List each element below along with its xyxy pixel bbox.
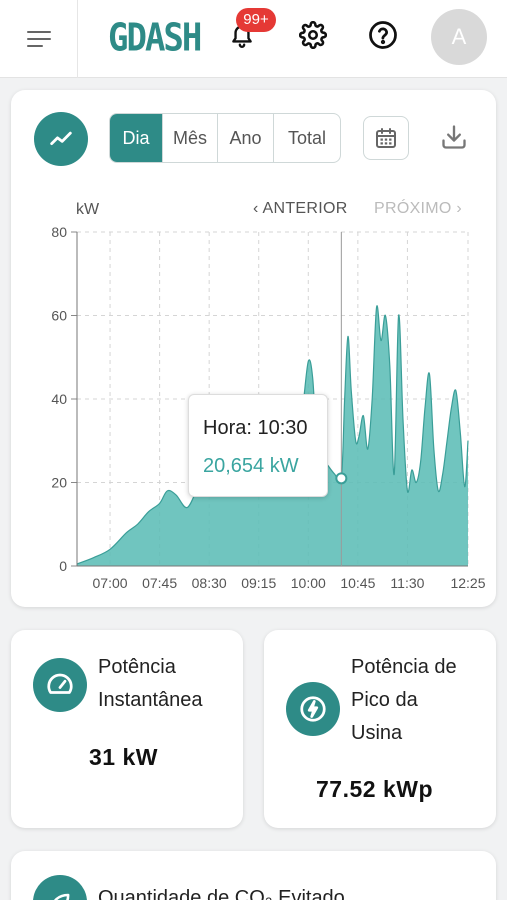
avatar[interactable]: A: [431, 9, 487, 65]
instant-power-value: 31 kW: [89, 744, 158, 770]
menu-button[interactable]: [0, 0, 78, 78]
gear-icon: [299, 21, 327, 49]
x-tick-label: 10:00: [291, 575, 326, 591]
notification-badge: 99+: [236, 8, 276, 32]
title-line: Instantânea: [98, 689, 203, 711]
gauge-icon-badge: [33, 658, 87, 712]
co2-avoided-title: Quantidade de CO₂ Evitado: [98, 887, 345, 900]
x-tick-label: 11:30: [390, 575, 424, 591]
settings-button[interactable]: [297, 19, 329, 51]
peak-power-title: Potência de Pico da Usina: [351, 651, 457, 750]
chart-tooltip: Hora: 10:30 20,654 kW: [188, 394, 328, 497]
tooltip-value: 20,654 kW: [203, 455, 299, 477]
title-line: Pico da: [351, 689, 418, 711]
y-tick-label: 20: [51, 475, 67, 491]
leaf-icon: [53, 893, 70, 900]
title-line: Potência de: [351, 656, 457, 678]
power-area-chart[interactable]: 0 20 40 60 80 07:00 07:45 08:30 09:15 10:00 10:45 1…: [11, 90, 496, 607]
x-tick-label: 12:25: [450, 575, 485, 591]
title-line: Usina: [351, 722, 403, 744]
tooltip-time: Hora: 10:30: [203, 417, 308, 439]
instant-power-title: Potência Instantânea: [98, 651, 203, 717]
x-tick-label: 09:15: [241, 575, 276, 591]
bolt-icon: [300, 696, 326, 722]
menu-icon: [26, 31, 51, 47]
x-tick-label: 10:45: [340, 575, 375, 591]
help-button[interactable]: [367, 19, 399, 51]
y-tick-label: 60: [51, 308, 67, 324]
help-icon: [369, 21, 397, 49]
x-tick-label: 07:00: [93, 575, 128, 591]
y-tick-label: 40: [51, 391, 67, 407]
hover-point: [335, 472, 348, 485]
y-tick-label: 0: [59, 558, 67, 574]
production-chart-card: Dia Mês Ano Total kW ‹ ANTERIOR PRÓXIMO …: [11, 90, 496, 607]
instant-power-card: Potência Instantânea 31 kW: [11, 630, 243, 828]
co2-avoided-card: Quantidade de CO₂ Evitado: [11, 851, 496, 900]
title-line: Potência: [98, 656, 176, 678]
y-tick-label: 80: [51, 224, 67, 240]
logo: GDASH: [108, 15, 202, 61]
gauge-icon: [47, 673, 73, 694]
x-tick-label: 08:30: [192, 575, 227, 591]
top-bar: GDASH 99+ A: [0, 0, 507, 78]
peak-power-value: 77.52 kWp: [316, 776, 433, 802]
co2-icon-badge: [33, 875, 87, 900]
x-tick-label: 07:45: [142, 575, 177, 591]
peak-power-card: Potência de Pico da Usina 77.52 kWp: [264, 630, 496, 828]
bolt-icon-badge: [286, 682, 340, 736]
